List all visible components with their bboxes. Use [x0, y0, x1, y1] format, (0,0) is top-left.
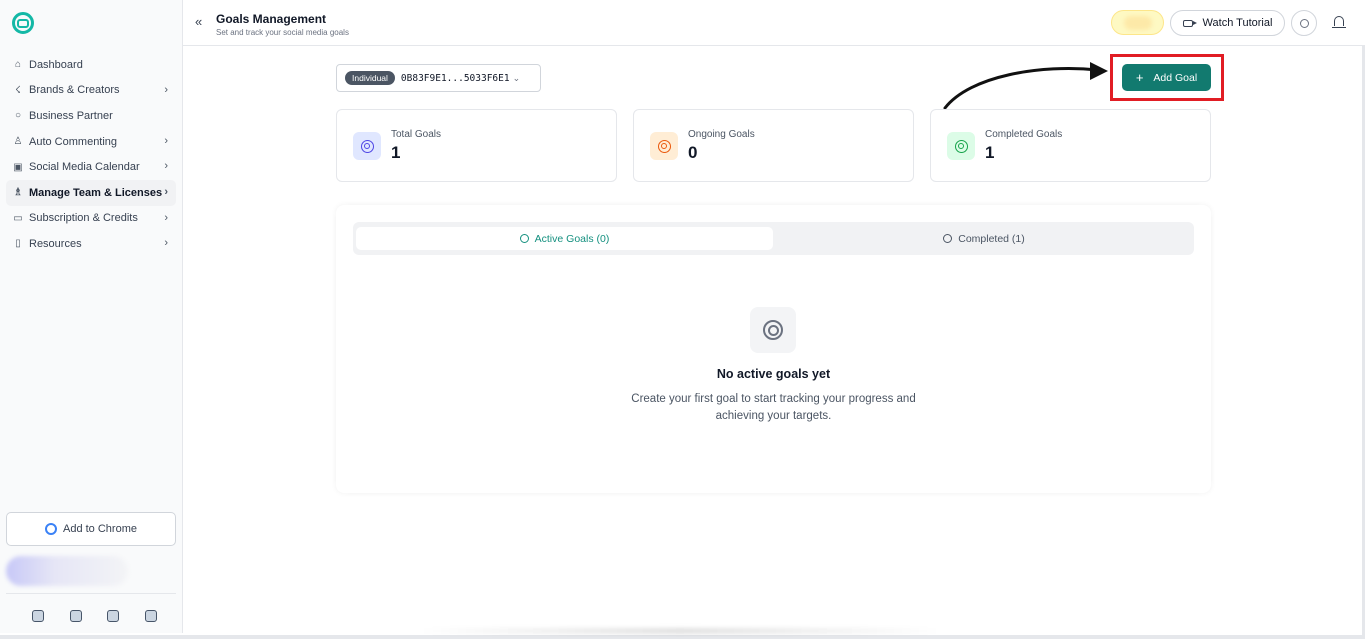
book-icon: ▯ [15, 238, 21, 250]
chevron-right-icon: › [164, 237, 168, 250]
sidebar-item-dashboard[interactable]: ⌂ Dashboard [6, 52, 176, 78]
youtube-icon[interactable] [144, 610, 157, 622]
stat-value: 0 [688, 143, 698, 162]
stat-label: Completed Goals [985, 129, 1063, 140]
stat-value: 1 [985, 143, 995, 162]
credit-card-icon: ▭ [13, 212, 23, 224]
stat-card-ongoing-goals: Ongoing Goals 0 [633, 109, 914, 182]
annotation-arrow [943, 62, 1108, 110]
top-header: « Goals Management Set and track your so… [183, 0, 1365, 46]
chat-bubble-icon: ○ [14, 110, 22, 122]
sidebar-item-manage-team-licenses[interactable]: ♗ Manage Team & Licenses › [6, 179, 176, 206]
sidebar-item-label: Social Media Calendar [29, 161, 140, 174]
add-goal-label: Add Goal [1153, 71, 1198, 84]
stat-label: Ongoing Goals [688, 129, 755, 140]
sidebar: ⌂ Dashboard ☇ Brands & Creators › ○ Busi… [0, 0, 183, 633]
divider [6, 593, 176, 594]
target-icon [650, 132, 678, 160]
sidebar-item-subscription-credits[interactable]: ▭ Subscription & Credits › [6, 206, 176, 232]
discord-icon[interactable] [32, 610, 44, 622]
tab-label: Completed (1) [958, 232, 1025, 245]
target-icon [947, 132, 975, 160]
target-icon [519, 234, 529, 243]
add-to-chrome-label: Add to Chrome [63, 523, 137, 535]
stat-card-completed-goals: Completed Goals 1 [930, 109, 1211, 182]
tab-active-goals[interactable]: Active Goals (0) [356, 227, 773, 250]
account-type-badge: Individual [345, 71, 395, 85]
tab-completed[interactable]: Completed (1) [777, 227, 1191, 250]
chevron-right-icon: › [164, 185, 168, 198]
sidebar-item-label: Subscription & Credits [29, 212, 138, 225]
sidebar-nav: ⌂ Dashboard ☇ Brands & Creators › ○ Busi… [6, 52, 176, 257]
video-camera-icon [1182, 19, 1197, 27]
team-icon: ♗ [13, 187, 23, 199]
user-profile[interactable] [6, 556, 128, 586]
page-title: Goals Management [216, 12, 327, 26]
sidebar-item-auto-commenting[interactable]: ♙ Auto Commenting › [6, 129, 176, 155]
collapse-sidebar-icon[interactable]: « [195, 14, 202, 29]
watch-tutorial-button[interactable]: Watch Tutorial [1170, 10, 1285, 36]
chevron-right-icon: › [164, 83, 168, 96]
stat-card-total-goals: Total Goals 1 [336, 109, 617, 182]
check-circle-icon [943, 234, 953, 243]
chevron-right-icon: › [164, 160, 168, 173]
home-icon: ⌂ [14, 59, 22, 71]
target-icon [353, 132, 381, 160]
sidebar-item-business-partner[interactable]: ○ Business Partner [6, 103, 176, 129]
chevron-down-icon: ⌄ [512, 72, 521, 83]
page-subtitle: Set and track your social media goals [216, 28, 349, 37]
sidebar-item-label: Auto Commenting [29, 135, 118, 148]
sidebar-item-social-media-calendar[interactable]: ▣ Social Media Calendar › [6, 154, 176, 180]
credits-badge[interactable] [1111, 10, 1164, 35]
sidebar-item-label: Resources [29, 237, 82, 250]
chrome-icon [45, 523, 57, 535]
plus-icon: + [1135, 70, 1144, 85]
account-selector[interactable]: Individual 0B83F9E1...5033F6E1 ⌄ [336, 64, 541, 92]
add-goal-button[interactable]: + Add Goal [1122, 64, 1211, 91]
add-to-chrome-button[interactable]: Add to Chrome [6, 512, 176, 546]
account-id: 0B83F9E1...5033F6E1 [400, 72, 510, 84]
stat-label: Total Goals [391, 129, 442, 140]
sidebar-item-label: Manage Team & Licenses [29, 186, 163, 199]
scroll-shadow [420, 628, 940, 634]
empty-state-description: Create your first goal to start tracking… [631, 393, 916, 422]
watch-tutorial-label: Watch Tutorial [1202, 17, 1273, 29]
social-links [32, 610, 157, 622]
chevron-right-icon: › [164, 134, 168, 147]
goals-panel: Active Goals (0) Completed (1) No active… [336, 205, 1211, 493]
sidebar-item-label: Brands & Creators [29, 84, 120, 97]
instagram-icon[interactable] [69, 610, 82, 622]
sidebar-item-label: Business Partner [29, 109, 113, 122]
linkedin-icon[interactable] [107, 610, 120, 622]
sidebar-item-brands-creators[interactable]: ☇ Brands & Creators › [6, 78, 176, 104]
stat-value: 1 [391, 143, 401, 162]
calendar-icon: ▣ [13, 161, 23, 173]
sidebar-item-resources[interactable]: ▯ Resources › [6, 231, 176, 257]
sidebar-item-label: Dashboard [29, 58, 83, 71]
brand-icon: ☇ [15, 84, 21, 96]
tab-label: Active Goals (0) [534, 232, 610, 245]
empty-state-title: No active goals yet [716, 367, 831, 381]
notification-bell-icon[interactable] [1332, 16, 1346, 28]
target-icon [750, 307, 796, 353]
app-logo-icon[interactable] [12, 12, 34, 34]
bot-icon: ♙ [13, 136, 23, 148]
chevron-right-icon: › [164, 211, 168, 224]
search-button[interactable] [1291, 10, 1317, 36]
goals-tabs: Active Goals (0) Completed (1) [353, 222, 1194, 255]
